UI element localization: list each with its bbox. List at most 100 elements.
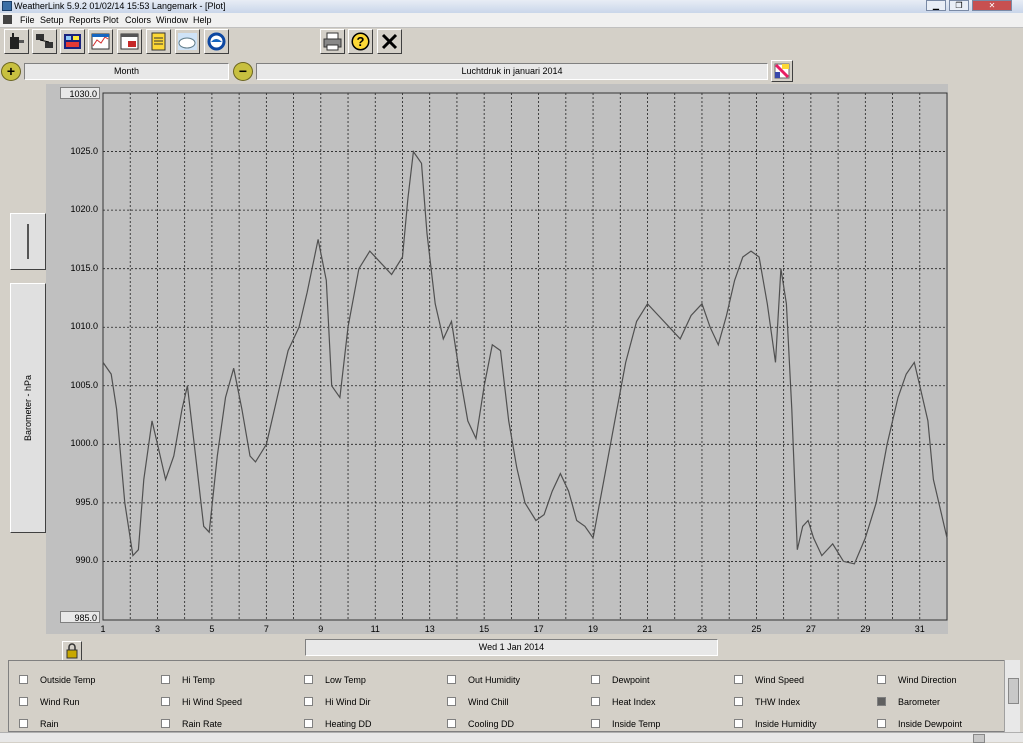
y-tick-label: 1015.0 — [70, 262, 98, 273]
checkbox[interactable] — [591, 697, 600, 706]
x-tick-label: 7 — [264, 624, 269, 634]
vertical-scrollbar[interactable] — [1004, 660, 1020, 732]
menu-plot[interactable]: Plot — [103, 13, 119, 27]
window-title: WeatherLink 5.9.2 01/02/14 15:53 Langema… — [14, 1, 226, 11]
checkbox-label: Wind Speed — [755, 675, 805, 685]
noaa-cloud-button[interactable] — [175, 29, 200, 54]
close-window-button[interactable]: ✕ — [972, 0, 1012, 11]
menu-help[interactable]: Help — [193, 13, 212, 27]
close-plot-button[interactable] — [377, 29, 402, 54]
plot-title-field[interactable]: Luchtdruk in januari 2014 — [256, 63, 768, 80]
checkbox[interactable] — [591, 719, 600, 728]
x-tick-label: 29 — [860, 624, 870, 634]
x-tick-label: 13 — [425, 624, 435, 634]
checkbox[interactable] — [161, 719, 170, 728]
title-bar: WeatherLink 5.9.2 01/02/14 15:53 Langema… — [0, 0, 1023, 13]
zoom-out-button[interactable]: − — [233, 62, 253, 81]
checkbox[interactable] — [734, 697, 743, 706]
color-settings-button[interactable] — [771, 60, 793, 82]
lock-icon — [66, 643, 78, 659]
window-icon — [120, 33, 139, 50]
scrollbar-thumb[interactable] — [1008, 678, 1019, 704]
period-field[interactable]: Month — [24, 63, 229, 80]
zoom-in-button[interactable]: + — [1, 62, 21, 81]
plot-background — [103, 93, 947, 620]
help-button[interactable]: ? — [348, 29, 373, 54]
console-button[interactable] — [60, 29, 85, 54]
restore-button[interactable]: ❐ — [949, 0, 969, 11]
y-tick-label: 990.0 — [75, 555, 98, 566]
mdi-child-icon[interactable] — [3, 15, 12, 24]
walkie-talkie-button[interactable] — [4, 29, 29, 54]
checkbox[interactable] — [877, 719, 886, 728]
checkbox[interactable] — [161, 675, 170, 684]
x-tick-label: 1 — [100, 624, 105, 634]
network-button[interactable] — [32, 29, 57, 54]
checkbox[interactable] — [161, 697, 170, 706]
checkbox[interactable] — [447, 719, 456, 728]
checkbox[interactable] — [447, 697, 456, 706]
checkbox[interactable] — [304, 675, 313, 684]
checkbox[interactable] — [591, 675, 600, 684]
checkbox[interactable] — [19, 675, 28, 684]
checkbox-label: Hi Wind Speed — [182, 697, 243, 707]
checkbox[interactable] — [304, 697, 313, 706]
checkbox-label: Rain — [40, 719, 59, 729]
minimize-button[interactable]: ▁ — [926, 0, 946, 11]
checkbox[interactable] — [734, 719, 743, 728]
y-axis-max[interactable]: 1030.0 — [60, 87, 100, 99]
color-palette-icon — [774, 63, 790, 79]
menu-file[interactable]: File — [20, 13, 35, 27]
menu-colors[interactable]: Colors — [125, 13, 151, 27]
barometer-chart[interactable]: 1 3 5 7 9 11 13 15 17 19 21 23 25 27 29 31 — [46, 84, 948, 634]
checkbox-label: Low Temp — [325, 675, 366, 685]
print-button[interactable] — [320, 29, 345, 54]
chart-button[interactable] — [88, 29, 113, 54]
checkbox[interactable] — [877, 697, 886, 706]
zoom-in-icon: + — [6, 63, 16, 79]
x-tick-label: 5 — [209, 624, 214, 634]
checkbox-label: Out Humidity — [468, 675, 521, 685]
toolbar: ? — [0, 28, 1023, 56]
checkbox[interactable] — [19, 719, 28, 728]
plot-area[interactable]: 1 3 5 7 9 11 13 15 17 19 21 23 25 27 29 31 — [46, 84, 948, 634]
chart-icon — [91, 33, 110, 50]
y-tick-label: 995.0 — [75, 496, 98, 507]
notepad-button[interactable] — [146, 29, 171, 54]
x-tick-label: 15 — [479, 624, 489, 634]
checkbox[interactable] — [734, 675, 743, 684]
noaa-seal-button[interactable] — [204, 29, 229, 54]
y-tick-label: 1000.0 — [70, 438, 98, 449]
y-tick-label: 1010.0 — [70, 321, 98, 332]
x-tick-label: 3 — [155, 624, 160, 634]
checkbox-label: Inside Dewpoint — [898, 719, 963, 729]
checkbox[interactable] — [877, 675, 886, 684]
checkbox[interactable] — [447, 675, 456, 684]
walkie-talkie-icon — [10, 33, 24, 49]
series-checkbox-panel: Outside Temp Hi Temp Low Temp Out Humidity D… — [8, 660, 1020, 732]
checkbox[interactable] — [304, 719, 313, 728]
lock-button[interactable] — [62, 641, 82, 661]
menu-reports[interactable]: Reports — [69, 13, 101, 27]
x-tick-label: 27 — [806, 624, 816, 634]
menu-window[interactable]: Window — [156, 13, 188, 27]
y-tick-label: 1005.0 — [70, 379, 98, 390]
checkbox-label: Rain Rate — [182, 719, 223, 729]
date-label[interactable]: Wed 1 Jan 2014 — [305, 639, 718, 656]
menu-setup[interactable]: Setup — [40, 13, 64, 27]
network-icon — [36, 34, 53, 48]
horizontal-scrollbar[interactable] — [0, 732, 1023, 743]
checkbox[interactable] — [19, 697, 28, 706]
zoom-out-icon: − — [238, 63, 248, 79]
y-tick-label: 1025.0 — [70, 145, 98, 156]
checkbox-label: Barometer — [898, 697, 941, 707]
menu-bar: File Setup Reports Plot Colors Window He… — [0, 13, 1023, 28]
window-button[interactable] — [117, 29, 142, 54]
close-icon — [381, 33, 398, 50]
y-scale-handle[interactable] — [10, 213, 46, 270]
checkbox-label: Outside Temp — [40, 675, 96, 685]
printer-icon — [323, 32, 342, 51]
y-axis-min[interactable]: 985.0 — [60, 611, 100, 623]
y-axis-label-panel[interactable]: Barometer - hPa — [10, 283, 46, 533]
notepad-icon — [151, 32, 166, 51]
